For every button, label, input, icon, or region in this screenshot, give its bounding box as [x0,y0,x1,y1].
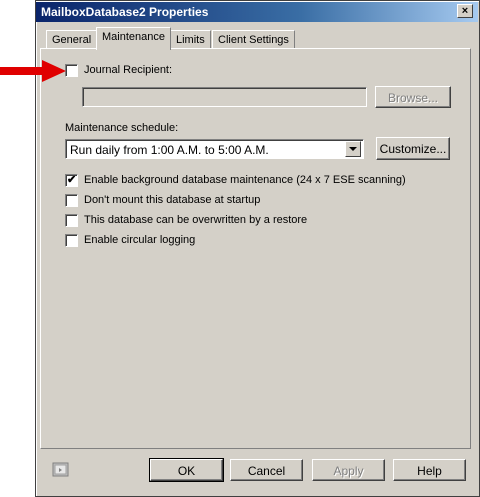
check-icon: ✔ [67,174,77,186]
close-button[interactable]: × [457,4,473,18]
customize-button[interactable]: Customize... [376,137,450,160]
background-maintenance-label: Enable background database maintenance (… [84,174,406,186]
circular-logging-checkbox[interactable] [65,234,78,247]
help-button[interactable]: Help [393,459,466,481]
ok-button[interactable]: OK [149,458,224,482]
tab-general[interactable]: General [46,30,98,49]
journal-recipient-field [82,87,367,107]
tab-client-settings[interactable]: Client Settings [212,30,295,49]
apply-button[interactable]: Apply [312,459,385,481]
circular-logging-label: Enable circular logging [84,234,196,246]
window-title: MailboxDatabase2 Properties [36,2,478,22]
journal-recipient-label: Journal Recipient: [84,64,173,76]
cancel-button[interactable]: Cancel [230,459,303,481]
browse-button[interactable]: Browse... [375,86,451,108]
maintenance-schedule-select[interactable]: Run daily from 1:00 A.M. to 5:00 A.M. [65,139,364,159]
chevron-down-icon[interactable] [345,141,361,157]
dont-mount-label: Don't mount this database at startup [84,194,261,206]
overwrite-by-restore-label: This database can be overwritten by a re… [84,214,308,226]
red-arrow-annotation [0,60,66,82]
close-icon: × [461,5,469,17]
tab-maintenance[interactable]: Maintenance [96,27,171,50]
help-icon[interactable] [52,462,70,478]
tab-limits[interactable]: Limits [170,30,211,49]
maintenance-panel [40,48,471,449]
dont-mount-checkbox[interactable] [65,194,78,207]
maintenance-schedule-label: Maintenance schedule: [65,122,179,134]
overwrite-by-restore-checkbox[interactable] [65,214,78,227]
background-maintenance-checkbox[interactable]: ✔ [65,174,78,187]
